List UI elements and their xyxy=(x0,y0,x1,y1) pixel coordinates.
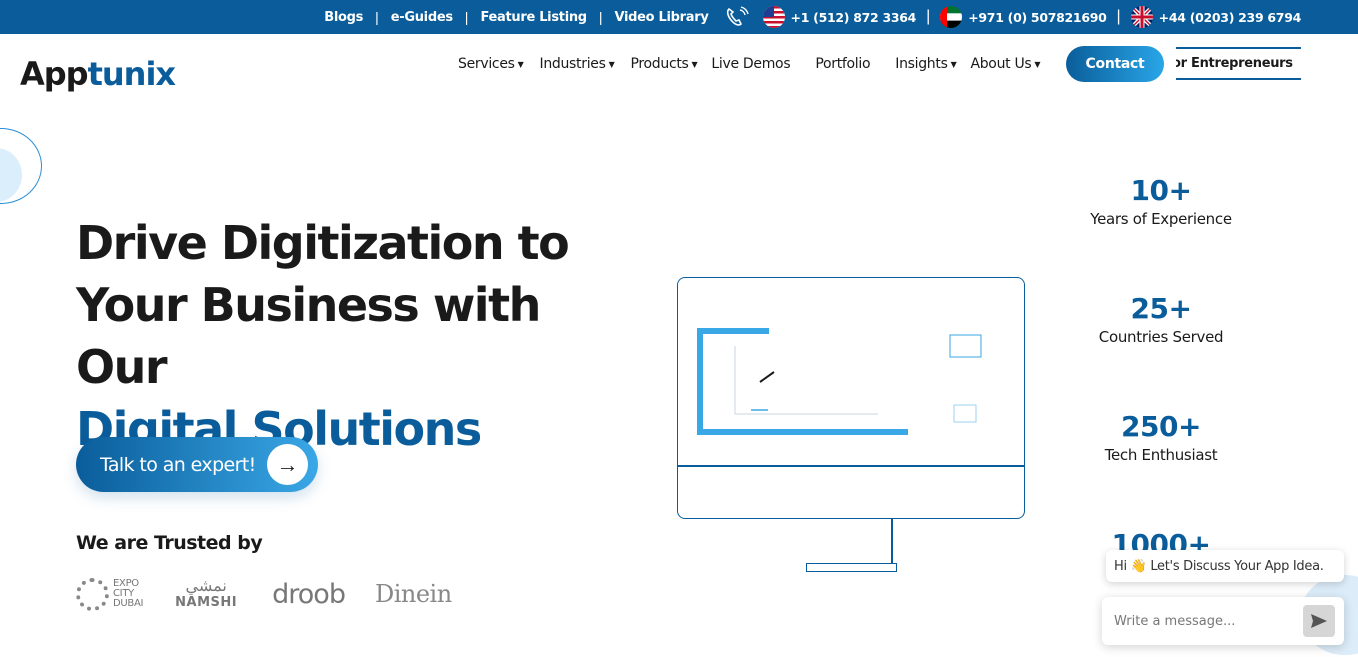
namshi-arabic: نمشي xyxy=(185,577,227,595)
expo-line: DUBAI xyxy=(113,598,144,609)
uae-phone-number[interactable]: +971 (0) 507821690 xyxy=(968,10,1107,25)
top-bar-links: Blogs | e-Guides | Feature Listing | Vid… xyxy=(324,0,1301,34)
hero-title: Drive Digitization to Your Business with… xyxy=(76,212,636,460)
us-phone-number[interactable]: +1 (512) 872 3364 xyxy=(791,10,917,25)
top-bar: Blogs | e-Guides | Feature Listing | Vid… xyxy=(0,0,1358,34)
hero-line-1: Drive Digitization to xyxy=(76,216,570,270)
apptunix-logo[interactable]: Apptunix xyxy=(20,40,176,93)
caret-down-icon: ▼ xyxy=(950,59,957,69)
eguides-link[interactable]: e-Guides xyxy=(391,10,453,25)
nav-label: Insights xyxy=(895,56,948,72)
phone-icon xyxy=(725,6,751,28)
nav-label: Services xyxy=(458,56,515,72)
arrow-right-icon: → xyxy=(267,444,308,485)
nav-products[interactable]: Products ▼ xyxy=(630,56,697,72)
stat-number: 25+ xyxy=(1130,292,1192,325)
entrepreneurs-label: For Entrepreneurs xyxy=(1176,56,1293,71)
cta-label: Talk to an expert! xyxy=(100,453,256,476)
nav-label: Portfolio xyxy=(815,56,871,72)
nav-label: Industries xyxy=(539,56,606,72)
expo-city-dubai-logo: EXPO CITY DUBAI xyxy=(76,577,143,611)
monitor-illustration xyxy=(677,277,1025,519)
nav-insights[interactable]: Insights ▼ xyxy=(895,56,956,72)
blogs-link[interactable]: Blogs xyxy=(324,10,363,25)
us-flag-icon xyxy=(762,6,785,28)
caret-down-icon: ▼ xyxy=(608,59,615,69)
separator: | xyxy=(375,9,379,25)
send-button[interactable] xyxy=(1303,605,1335,637)
monitor-divider xyxy=(677,465,1025,467)
stat-number: 250+ xyxy=(1121,410,1201,443)
uae-flag-icon xyxy=(940,6,963,28)
uk-flag-icon xyxy=(1130,6,1153,28)
separator: | xyxy=(926,8,931,25)
chat-message-input[interactable] xyxy=(1114,613,1294,629)
feature-listing-link[interactable]: Feature Listing xyxy=(480,10,587,25)
talk-to-expert-button[interactable]: Talk to an expert! → xyxy=(76,437,318,492)
caret-down-icon: ▼ xyxy=(691,59,698,69)
dinein-logo: Dinein xyxy=(374,580,452,608)
for-entrepreneurs-button[interactable]: For Entrepreneurs xyxy=(1176,47,1301,80)
nav-about-us[interactable]: About Us ▼ xyxy=(970,56,1040,72)
stat-label: Countries Served xyxy=(1098,328,1224,346)
stat-experience: 10+ Years of Experience xyxy=(1061,174,1261,229)
droob-logo: droob xyxy=(272,578,346,610)
separator: | xyxy=(598,9,603,25)
send-icon xyxy=(1311,614,1327,628)
expo-ring-icon xyxy=(76,577,109,611)
nav-label: Products xyxy=(630,56,689,72)
separator: | xyxy=(464,9,469,25)
decorative-circle xyxy=(0,128,42,204)
nav-portfolio[interactable]: Portfolio xyxy=(815,56,870,72)
nav-services[interactable]: Services ▼ xyxy=(458,56,524,72)
expo-text: EXPO CITY DUBAI xyxy=(113,579,143,609)
monitor-stand xyxy=(891,519,893,564)
monitor-screen-graphic xyxy=(697,328,982,435)
trusted-by-heading: We are Trusted by xyxy=(76,532,263,554)
logo-letter-a: A xyxy=(20,55,45,93)
logo-tunix: tunix xyxy=(87,55,176,93)
namshi-text: NAMSHI xyxy=(175,594,238,610)
stat-countries: 25+ Countries Served xyxy=(1061,292,1261,347)
client-logos: EXPO CITY DUBAI نمشي NAMSHI droob Dinein xyxy=(76,574,452,614)
hero-line-2: Your Business with Our xyxy=(76,278,541,394)
main-nav: Services ▼ Industries ▼ Products ▼ Live Dem… xyxy=(458,50,1041,78)
monitor-base xyxy=(806,563,897,572)
chat-input-box xyxy=(1102,597,1344,645)
nav-label: Live Demos xyxy=(711,56,791,72)
stat-tech: 250+ Tech Enthusiast xyxy=(1061,410,1261,465)
video-library-link[interactable]: Video Library xyxy=(614,10,708,25)
namshi-logo: نمشي NAMSHI xyxy=(175,577,238,610)
logo-text: Apptunix xyxy=(20,55,176,93)
contact-button[interactable]: Contact xyxy=(1066,46,1164,82)
nav-live-demos[interactable]: Live Demos xyxy=(711,56,790,72)
nav-industries[interactable]: Industries ▼ xyxy=(540,56,615,72)
stat-label: Tech Enthusiast xyxy=(1104,446,1218,464)
caret-down-icon: ▼ xyxy=(1034,59,1041,69)
separator: | xyxy=(1116,8,1121,25)
logo-pp: pp xyxy=(43,55,89,93)
stat-number: 10+ xyxy=(1130,174,1192,207)
chat-greeting-bubble[interactable]: Hi 👋 Let's Discuss Your App Idea. xyxy=(1106,550,1344,582)
caret-down-icon: ▼ xyxy=(517,59,524,69)
stat-label: Years of Experience xyxy=(1090,210,1232,228)
nav-label: About Us xyxy=(970,56,1032,72)
uk-phone-number[interactable]: +44 (0203) 239 6794 xyxy=(1159,10,1302,25)
